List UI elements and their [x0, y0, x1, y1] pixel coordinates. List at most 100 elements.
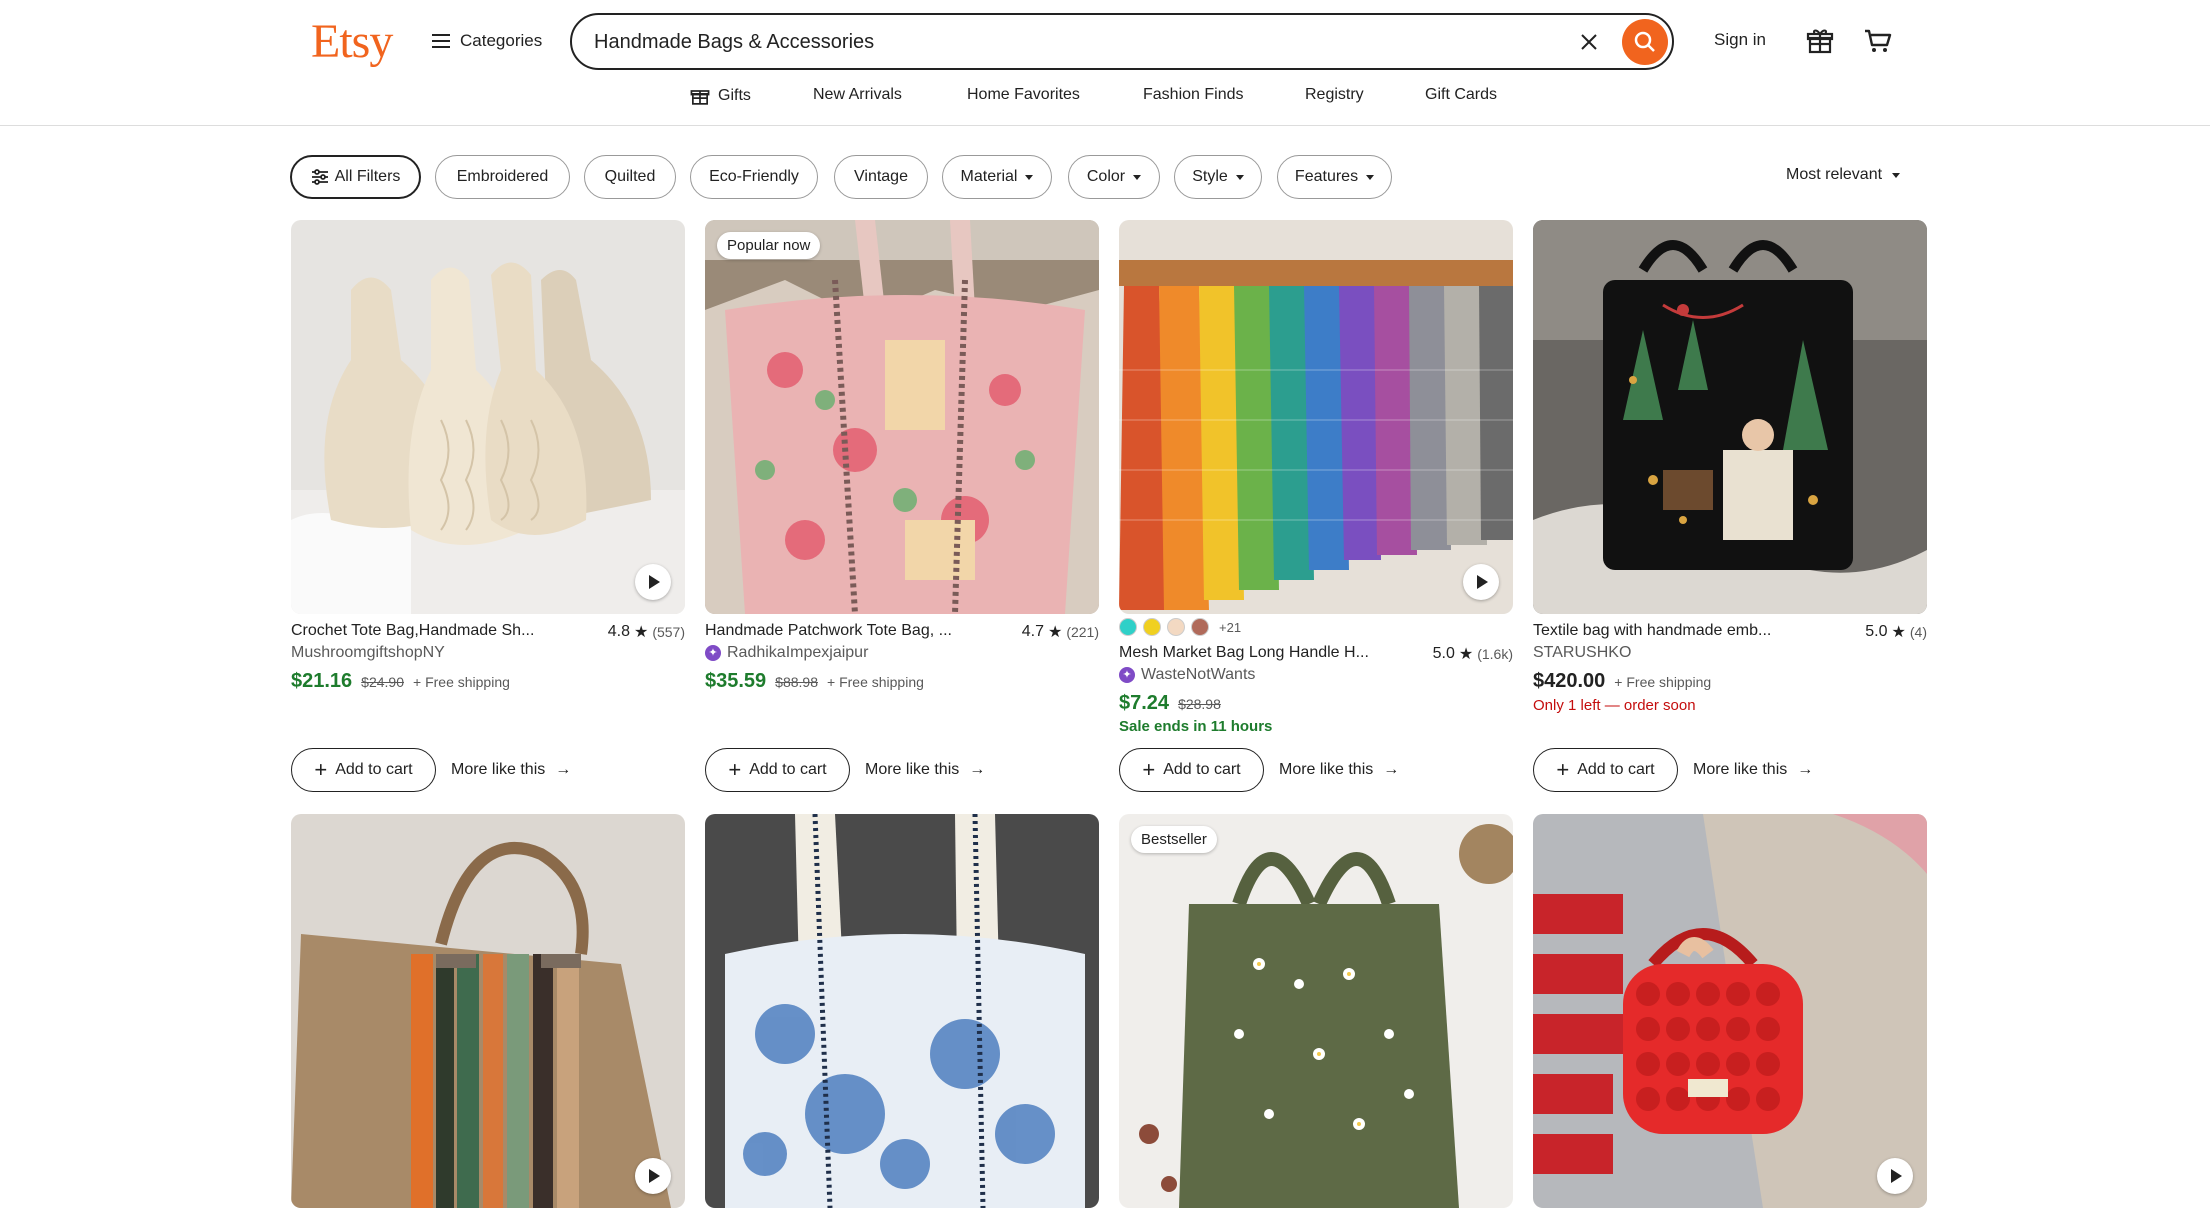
search-icon — [1634, 31, 1655, 52]
listing-image[interactable] — [291, 220, 685, 614]
mesh-market-bags-photo — [1119, 220, 1513, 614]
search-input[interactable] — [594, 26, 1494, 58]
shop-name[interactable]: STARUSHKO — [1533, 644, 1631, 662]
more-like-this-link[interactable]: More like this → — [1279, 748, 1399, 792]
patchwork-tote-photo — [705, 220, 1099, 614]
filter-color[interactable]: Color — [1068, 155, 1160, 199]
red-puffy-bag-photo — [1533, 814, 1927, 1208]
gift-button[interactable] — [1806, 27, 1834, 60]
more-swatches-count[interactable]: +21 — [1219, 620, 1241, 635]
striped-crochet-bag-photo — [291, 814, 685, 1208]
shop-name[interactable]: ✦ RadhikaImpexjaipur — [705, 644, 868, 662]
price: $420.00 — [1533, 670, 1606, 692]
swatch[interactable] — [1167, 618, 1185, 636]
listing-card[interactable] — [1533, 814, 1927, 1208]
cart-button[interactable] — [1863, 27, 1893, 60]
all-filters-button[interactable]: All Filters — [290, 155, 421, 199]
plus-icon: + — [314, 757, 328, 782]
swatch[interactable] — [1143, 618, 1161, 636]
price-row: $35.59 $88.98 + Free shipping — [705, 670, 924, 693]
listing-card[interactable]: Textile bag with handmade emb... 5.0 ★ (4)… — [1533, 220, 1927, 796]
listing-title-row: Textile bag with handmade emb... 5.0 ★ (4) — [1533, 622, 1927, 642]
subnav-gift-cards[interactable]: Gift Cards — [1425, 86, 1497, 104]
listing-card[interactable] — [705, 814, 1099, 1208]
gift-icon — [1806, 29, 1834, 54]
listing-title[interactable]: Textile bag with handmade emb... — [1533, 622, 1771, 640]
listing-rating: 5.0 ★ (4) — [1865, 623, 1927, 641]
sort-dropdown[interactable]: Most relevant — [1786, 166, 1901, 184]
filter-sliders-icon — [311, 169, 328, 185]
listing-image[interactable] — [291, 814, 685, 1208]
add-to-cart-button[interactable]: + Add to cart — [1533, 748, 1678, 792]
listing-image[interactable] — [1533, 220, 1927, 614]
listing-image[interactable] — [1533, 814, 1927, 1208]
play-icon — [1477, 575, 1488, 589]
listing-image[interactable]: Popular now — [705, 220, 1099, 614]
sale-price: $35.59 — [705, 670, 767, 692]
play-video-button[interactable] — [1877, 1158, 1913, 1194]
search-button[interactable] — [1622, 19, 1668, 65]
swatch[interactable] — [1191, 618, 1209, 636]
play-video-button[interactable] — [1463, 564, 1499, 600]
sign-in-link[interactable]: Sign in — [1714, 30, 1766, 50]
more-like-this-link[interactable]: More like this → — [1693, 748, 1813, 792]
filter-style[interactable]: Style — [1174, 155, 1262, 199]
play-video-button[interactable] — [635, 564, 671, 600]
categories-button[interactable]: Categories — [432, 24, 542, 58]
caret-down-icon — [1133, 174, 1142, 180]
listing-rating: 4.8 ★ (557) — [607, 623, 685, 641]
popular-now-badge: Popular now — [717, 232, 821, 259]
star-icon: ★ — [1891, 624, 1906, 641]
listing-title[interactable]: Crochet Tote Bag,Handmade Sh... — [291, 622, 534, 640]
listing-image[interactable]: Bestseller — [1119, 814, 1513, 1208]
listing-title-row: Mesh Market Bag Long Handle H... 5.0 ★ (1.… — [1119, 644, 1513, 664]
add-to-cart-button[interactable]: + Add to cart — [291, 748, 436, 792]
listing-card[interactable] — [291, 814, 685, 1208]
filter-material[interactable]: Material — [942, 155, 1052, 199]
arrow-right-icon: → — [555, 761, 572, 778]
caret-down-icon — [1892, 172, 1901, 178]
play-icon — [649, 1169, 660, 1183]
listing-image[interactable] — [705, 814, 1099, 1208]
filter-vintage[interactable]: Vintage — [834, 155, 928, 199]
plus-icon: + — [1556, 757, 1570, 782]
subnav-registry[interactable]: Registry — [1305, 86, 1364, 104]
subnav-fashion-finds[interactable]: Fashion Finds — [1143, 86, 1244, 104]
add-to-cart-button[interactable]: + Add to cart — [705, 748, 850, 792]
filter-eco-friendly[interactable]: Eco-Friendly — [690, 155, 818, 199]
listing-card[interactable]: Bestseller — [1119, 814, 1513, 1208]
arrow-right-icon: → — [1383, 761, 1400, 778]
listing-title[interactable]: Mesh Market Bag Long Handle H... — [1119, 644, 1369, 662]
embroidered-textile-bag-photo — [1533, 220, 1927, 614]
listing-title[interactable]: Handmade Patchwork Tote Bag, ... — [705, 622, 952, 640]
cart-icon — [1865, 29, 1892, 52]
listing-card[interactable]: Popular now Handmade Patchwork Tote Bag,… — [705, 220, 1099, 796]
filter-features[interactable]: Features — [1277, 155, 1392, 199]
play-video-button[interactable] — [635, 1158, 671, 1194]
sale-price: $21.16 — [291, 670, 353, 692]
shipping-note: + Free shipping — [827, 674, 924, 690]
subnav-new-arrivals[interactable]: New Arrivals — [813, 86, 902, 104]
listing-image[interactable] — [1119, 220, 1513, 614]
plus-icon: + — [728, 757, 742, 782]
green-floral-tote-photo — [1119, 814, 1513, 1208]
arrow-right-icon: → — [969, 761, 986, 778]
clear-search-button[interactable] — [1576, 29, 1602, 55]
more-like-this-link[interactable]: More like this → — [451, 748, 571, 792]
menu-icon — [432, 34, 450, 48]
listing-card[interactable]: +21 Mesh Market Bag Long Handle H... 5.0… — [1119, 220, 1513, 796]
subnav-gifts[interactable]: Gifts — [690, 86, 751, 106]
star-seller-icon: ✦ — [1119, 667, 1135, 683]
shop-name[interactable]: MushroomgiftshopNY — [291, 644, 445, 662]
filter-embroidered[interactable]: Embroidered — [435, 155, 570, 199]
low-stock-note: Only 1 left — order soon — [1533, 697, 1696, 714]
etsy-logo[interactable]: Etsy — [311, 14, 393, 69]
filter-quilted[interactable]: Quilted — [584, 155, 676, 199]
more-like-this-link[interactable]: More like this → — [865, 748, 985, 792]
add-to-cart-button[interactable]: + Add to cart — [1119, 748, 1264, 792]
blue-toile-tote-photo — [705, 814, 1099, 1208]
swatch[interactable] — [1119, 618, 1137, 636]
listing-card[interactable]: Crochet Tote Bag,Handmade Sh... 4.8 ★ (557… — [291, 220, 685, 796]
subnav-home-favorites[interactable]: Home Favorites — [967, 86, 1080, 104]
shop-name[interactable]: ✦ WasteNotWants — [1119, 666, 1255, 684]
